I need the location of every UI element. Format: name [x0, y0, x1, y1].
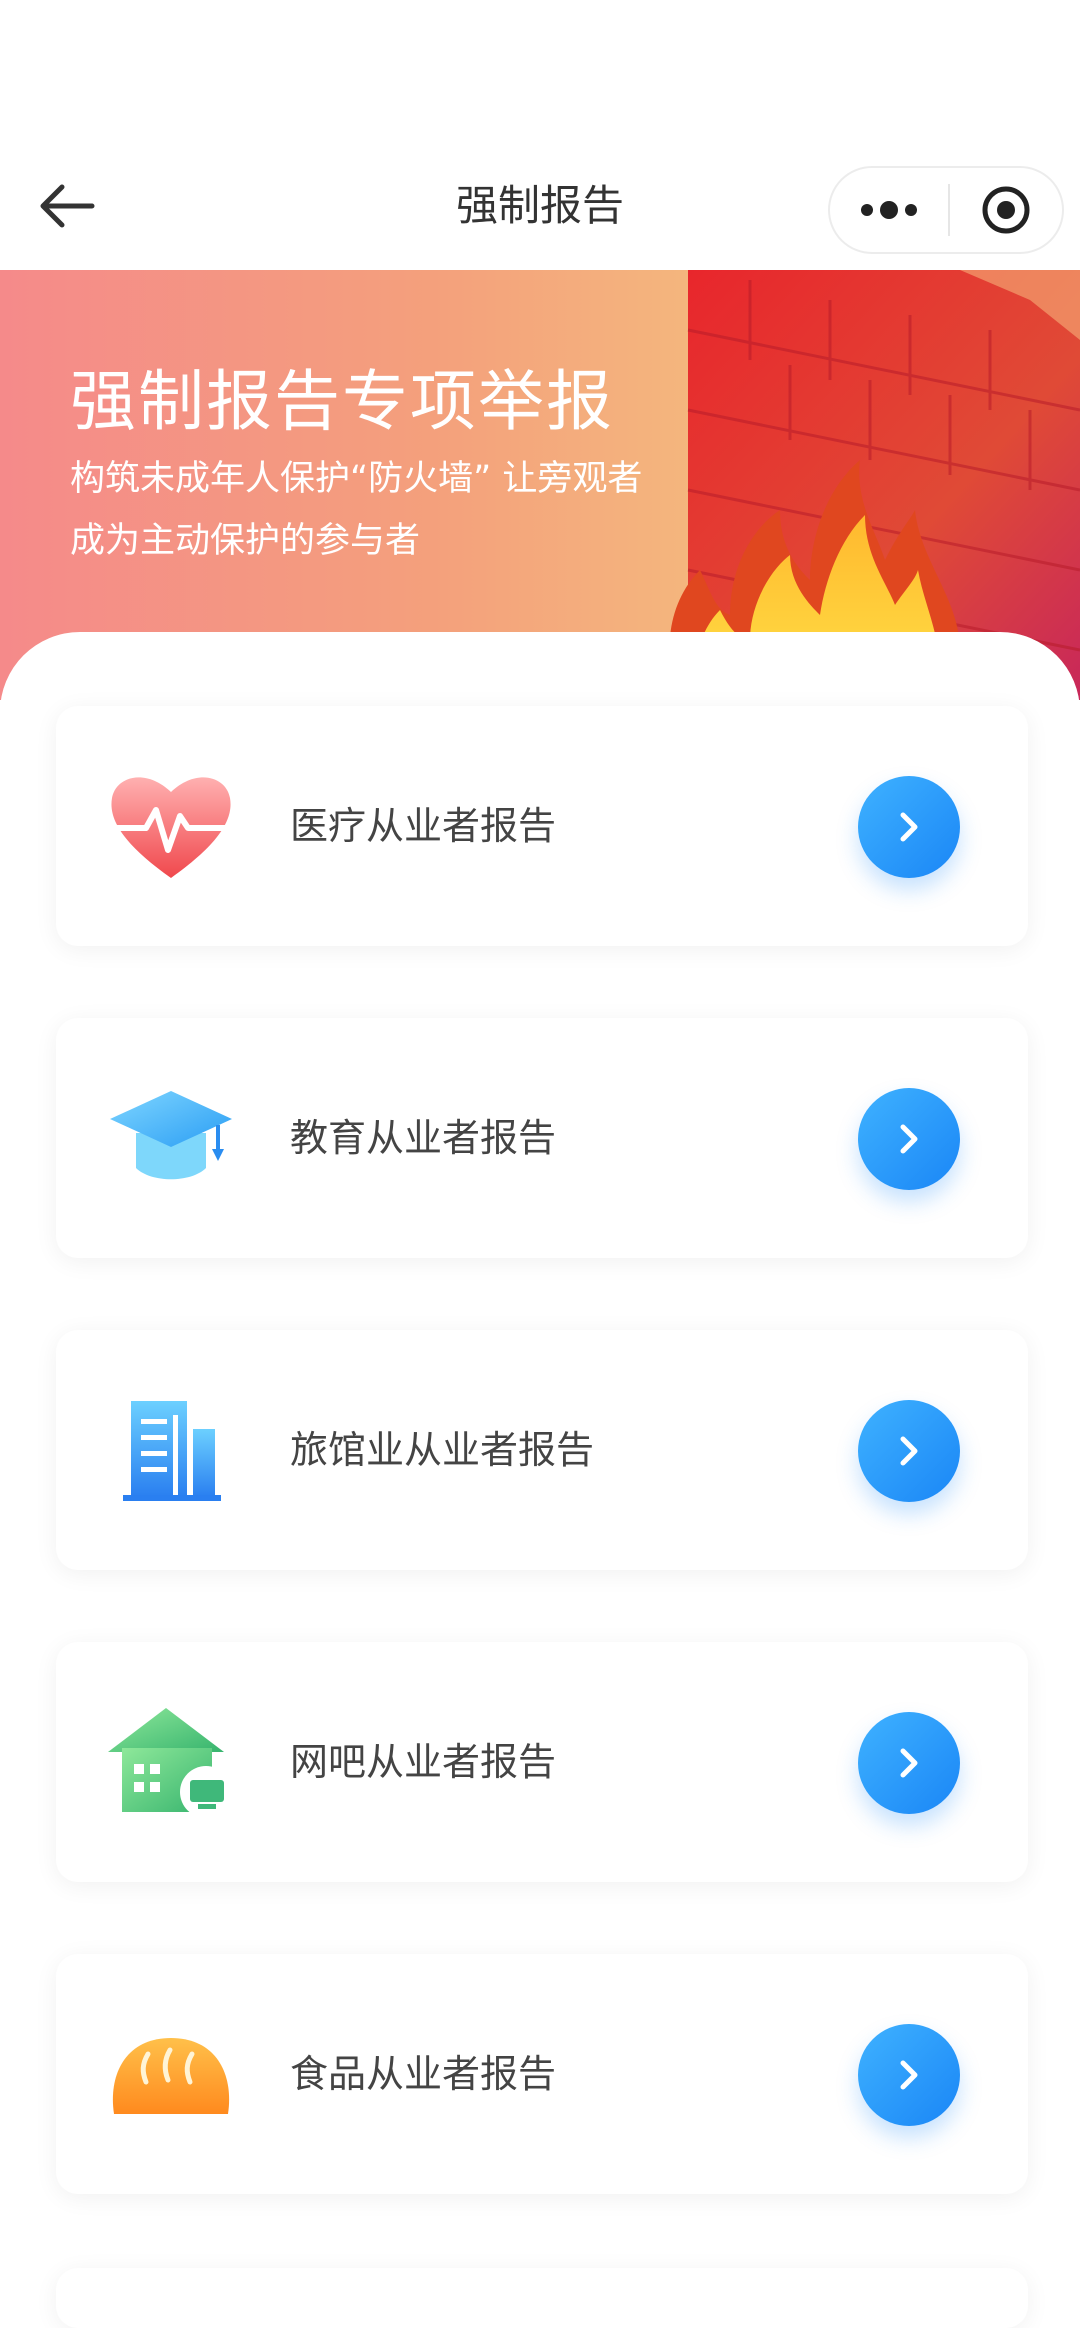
house-computer-icon [106, 1697, 236, 1827]
go-button[interactable] [858, 1088, 960, 1190]
go-button[interactable] [858, 2024, 960, 2126]
navigation-bar: 强制报告 [0, 0, 1080, 270]
report-card-label: 教育从业者报告 [290, 1116, 557, 1160]
chevron-right-icon [900, 812, 918, 842]
banner-title: 强制报告专项举报 [70, 363, 614, 440]
report-card-label: 医疗从业者报告 [290, 804, 557, 848]
go-button[interactable] [858, 776, 960, 878]
report-card-food[interactable]: 食品从业者报告 [56, 1954, 1028, 2194]
mini-program-capsule [828, 166, 1064, 254]
report-card-hotel[interactable]: 旅馆业从业者报告 [56, 1330, 1028, 1570]
report-card-label: 食品从业者报告 [290, 2052, 557, 2096]
report-card-label: 旅馆业从业者报告 [290, 1428, 595, 1472]
target-circle-icon [982, 186, 1030, 234]
report-card-next[interactable] [56, 2268, 1028, 2328]
close-button[interactable] [950, 168, 1062, 252]
more-dots-icon [861, 201, 917, 219]
report-card-label: 网吧从业者报告 [290, 1740, 557, 1784]
bread-icon [106, 2009, 236, 2139]
report-card-education[interactable]: 教育从业者报告 [56, 1018, 1028, 1258]
go-button[interactable] [858, 1712, 960, 1814]
report-card-medical[interactable]: 医疗从业者报告 [56, 706, 1028, 946]
chevron-right-icon [900, 1748, 918, 1778]
report-card-internet-cafe[interactable]: 网吧从业者报告 [56, 1642, 1028, 1882]
banner-subtitle: 构筑未成年人保护“防火墙” 让旁观者成为主动保护的参与者 [70, 459, 643, 561]
chevron-right-icon [900, 1124, 918, 1154]
chevron-right-icon [900, 2060, 918, 2090]
more-button[interactable] [830, 168, 948, 252]
building-icon [106, 1385, 236, 1515]
heart-pulse-icon [106, 761, 236, 891]
go-button[interactable] [858, 1400, 960, 1502]
chevron-right-icon [900, 1436, 918, 1466]
graduation-cap-icon [106, 1073, 236, 1203]
